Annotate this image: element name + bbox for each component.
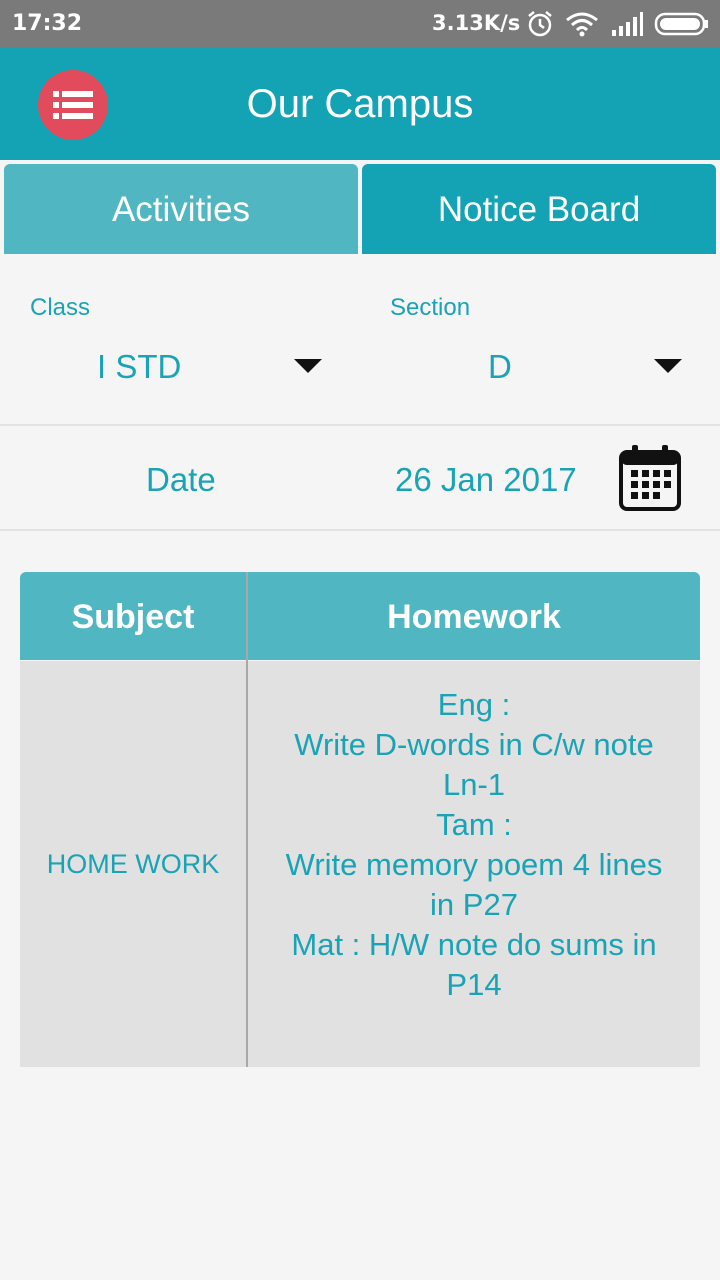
status-time: 17:32 [12,11,83,36]
homework-line: Write D-words in C/w note [294,727,654,762]
homework-line: Write memory poem 4 lines [285,847,663,882]
table-row-subject-cell: HOME WORK [20,661,246,1067]
wifi-icon [566,12,598,37]
date-label: Date [146,461,216,498]
app-title: Our Campus [246,82,474,126]
status-net-speed: 3.13K/s [432,11,521,35]
battery-icon [654,12,708,36]
class-value: I STD [97,348,182,385]
homework-text: Eng : Write D-words in C/w note Ln-1 Tam… [286,685,663,1005]
date-value[interactable]: 26 Jan 2017 [395,461,577,499]
class-dropdown-caret-icon [294,359,322,373]
calendar-icon[interactable] [618,444,682,512]
section-label: Section [390,294,471,321]
alarm-icon [528,11,552,37]
homework-line: Eng : [437,687,511,722]
section-value: D [488,348,512,385]
tab-activities[interactable]: Activities [4,164,358,254]
app-bar: Our Campus [0,48,720,160]
column-divider [246,572,248,1067]
homework-column-header: Homework [248,572,700,660]
table-row-homework-cell: Eng : Write D-words in C/w note Ln-1 Tam… [248,661,700,1067]
signal-icon [612,12,643,36]
subject-column-header: Subject [20,572,246,660]
subject-text: HOME WORK [46,848,220,879]
status-bar: 17:32 3.13K/s [0,0,720,48]
homework-line: P14 [446,967,502,1002]
homework-line: Tam : [436,807,512,842]
section-dropdown[interactable]: D [380,335,700,399]
homework-table: Subject Homework HOME WORK Eng : Write D… [20,572,700,1067]
homework-line: Mat : H/W note do sums in [291,927,657,962]
section-dropdown-caret-icon [654,359,682,373]
homework-line: Ln-1 [442,767,506,802]
tab-notice-board[interactable]: Notice Board [362,164,716,254]
class-dropdown[interactable]: I STD [20,335,340,399]
divider [0,529,720,531]
divider [0,424,720,426]
homework-line: in P27 [430,887,518,922]
class-label: Class [30,294,91,321]
